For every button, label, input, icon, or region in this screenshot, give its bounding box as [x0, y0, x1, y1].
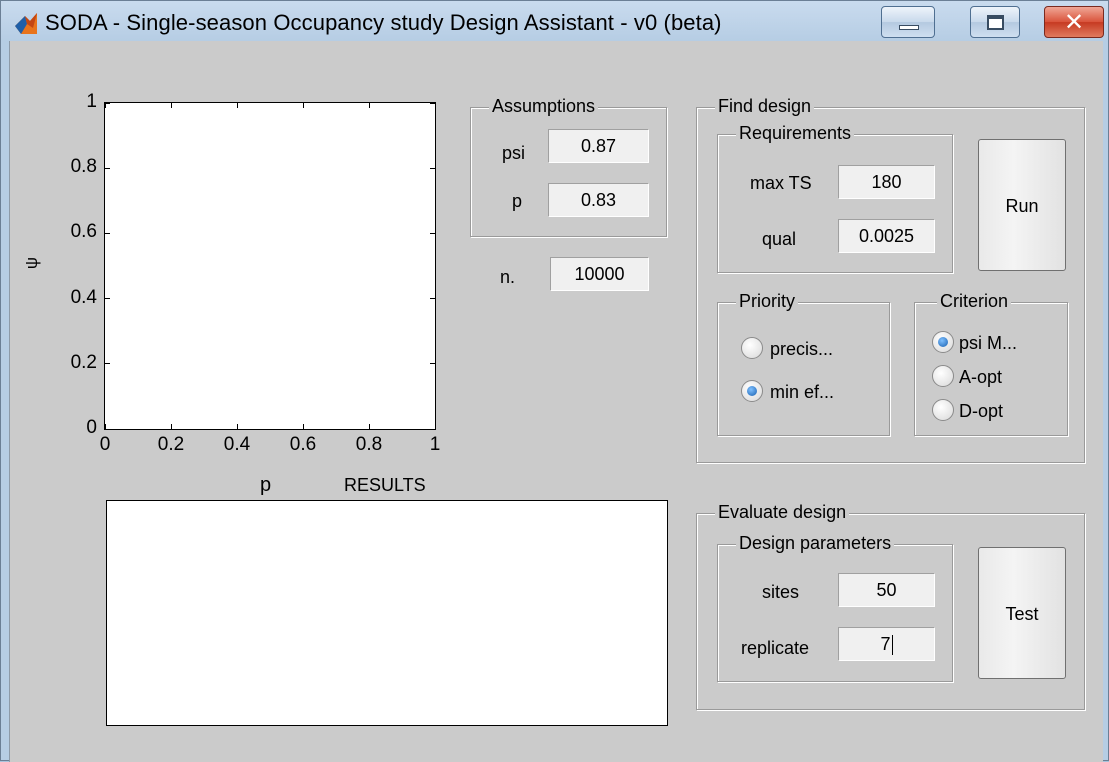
run-button[interactable]: Run	[978, 139, 1066, 271]
x-tick-label: 0.8	[355, 434, 383, 455]
test-button[interactable]: Test	[978, 547, 1066, 679]
y-tick-label: 1	[86, 91, 97, 112]
criterion-psi-radio[interactable]	[932, 331, 954, 353]
x-tick-mark	[368, 103, 370, 108]
criterion-a-opt-radio[interactable]	[932, 365, 954, 387]
y-tick-mark	[430, 298, 435, 300]
x-tick-mark	[368, 424, 370, 429]
sites-label: sites	[762, 582, 800, 602]
y-tick-label: 0.8	[70, 156, 97, 178]
x-tick-mark	[170, 103, 172, 108]
n-value: 10000	[574, 264, 625, 284]
y-tick-mark	[430, 363, 435, 365]
requirements-legend: Requirements	[736, 123, 855, 144]
x-tick-label: 0.4	[223, 434, 251, 455]
close-button[interactable]: ✕	[1044, 6, 1104, 38]
x-tick-label: 1	[429, 434, 441, 455]
n-field[interactable]: 10000	[550, 257, 649, 291]
criterion-psi-label: psi M...	[959, 333, 1018, 353]
x-tick-mark	[236, 424, 238, 429]
design-parameters-legend: Design parameters	[736, 533, 895, 554]
run-label: Run	[1005, 196, 1039, 216]
y-axis-label: ψ	[22, 256, 42, 270]
max-ts-field[interactable]: 180	[838, 165, 935, 199]
psi-value: 0.87	[580, 136, 617, 156]
criterion-d-opt-label: D-opt	[959, 401, 1004, 421]
p-value: 0.83	[580, 190, 617, 210]
y-tick-mark	[105, 428, 110, 430]
priority-precision-label: precis...	[770, 339, 834, 359]
qual-field[interactable]: 0.0025	[838, 219, 935, 253]
x-tick-mark	[302, 424, 304, 429]
window-title: SODA - Single-season Occupancy study Des…	[45, 10, 722, 35]
priority-group: Priority	[717, 291, 890, 436]
y-tick-mark	[105, 298, 110, 300]
p-label: p	[512, 191, 523, 211]
find-design-legend: Find design	[715, 96, 815, 117]
replicate-label: replicate	[741, 638, 810, 658]
maximize-button[interactable]	[970, 6, 1020, 38]
priority-min-effort-label: min ef...	[770, 382, 835, 402]
priority-precision-radio[interactable]	[741, 337, 763, 359]
x-tick-label: 0	[99, 434, 111, 455]
x-axis-label: p	[260, 474, 272, 496]
y-tick-label: 0.4	[70, 286, 97, 308]
max-ts-value: 180	[871, 172, 902, 192]
x-tick-mark	[170, 424, 172, 429]
title-bar[interactable]: SODA - Single-season Occupancy study Des…	[1, 1, 1108, 41]
replicate-field[interactable]: 7	[838, 627, 935, 661]
x-tick-label: 0.2	[157, 434, 185, 455]
p-field[interactable]: 0.83	[548, 183, 649, 217]
maximize-icon	[987, 15, 1004, 30]
n-label: n.	[500, 267, 516, 287]
y-tick-mark	[105, 102, 110, 104]
x-tick-mark	[236, 103, 238, 108]
test-label: Test	[1005, 604, 1039, 624]
psi-p-plot[interactable]	[104, 102, 436, 430]
priority-min-effort-radio[interactable]	[741, 380, 763, 402]
sites-value: 50	[876, 580, 897, 600]
psi-label: psi	[502, 143, 526, 163]
sites-field[interactable]: 50	[838, 573, 935, 607]
evaluate-design-legend: Evaluate design	[715, 502, 850, 523]
y-tick-mark	[105, 232, 110, 234]
text-cursor	[891, 635, 893, 656]
assumptions-group: Assumptions	[470, 96, 667, 237]
minimize-icon	[899, 25, 919, 30]
x-tick-mark	[302, 103, 304, 108]
y-tick-label: 0	[86, 417, 97, 438]
criterion-legend: Criterion	[937, 291, 1012, 312]
y-tick-label: 0.6	[70, 221, 97, 243]
design-parameters-group: Design parameters	[717, 533, 953, 682]
results-label: RESULTS	[344, 475, 426, 495]
max-ts-label: max TS	[750, 173, 812, 193]
matlab-logo-icon	[15, 13, 37, 34]
qual-value: 0.0025	[858, 226, 915, 246]
app-window: SODA - Single-season Occupancy study Des…	[0, 0, 1109, 762]
criterion-d-opt-radio[interactable]	[932, 399, 954, 421]
qual-label: qual	[762, 229, 797, 249]
close-icon: ✕	[1063, 8, 1085, 36]
x-tick-mark	[434, 103, 436, 108]
results-box	[106, 500, 668, 726]
y-tick-mark	[105, 167, 110, 169]
x-tick-label: 0.6	[289, 434, 317, 455]
assumptions-legend: Assumptions	[489, 96, 599, 117]
y-tick-mark	[105, 363, 110, 365]
y-tick-mark	[430, 102, 435, 104]
x-tick-mark	[104, 103, 106, 108]
y-tick-label: 0.2	[70, 351, 97, 373]
y-tick-mark	[430, 232, 435, 234]
criterion-a-opt-label: A-opt	[959, 367, 1003, 387]
minimize-button[interactable]	[881, 6, 935, 38]
psi-field[interactable]: 0.87	[548, 129, 649, 163]
y-tick-mark	[430, 428, 435, 430]
priority-legend: Priority	[736, 291, 799, 312]
y-tick-mark	[430, 167, 435, 169]
figure-client-area: ψ p RESULTS Assumptions psi 0.87 p 0.83 …	[9, 41, 1103, 762]
replicate-value: 7	[880, 634, 891, 654]
